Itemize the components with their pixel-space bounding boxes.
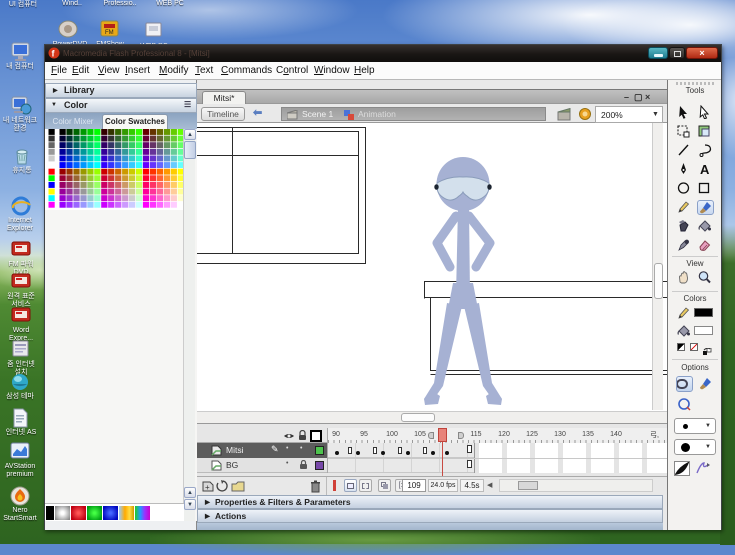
svg-text:A: A [700,162,710,176]
svg-text:FM: FM [105,30,114,36]
svg-text:+: + [205,483,210,492]
